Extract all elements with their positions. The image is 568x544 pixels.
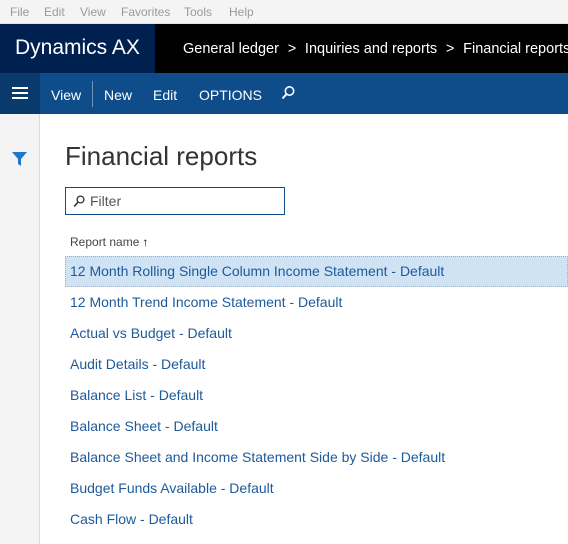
left-rail <box>0 114 40 544</box>
search-icon[interactable] <box>280 85 296 101</box>
app-brand[interactable]: Dynamics AX <box>0 24 155 73</box>
page-title: Financial reports <box>65 141 258 171</box>
browser-menu-bar: File Edit View Favorites Tools Help <box>0 0 568 24</box>
table-row[interactable]: Cash Flow - Default <box>65 504 568 535</box>
breadcrumb-general-ledger[interactable]: General ledger <box>183 41 279 57</box>
breadcrumb-financial-reports[interactable]: Financial reports <box>463 41 568 57</box>
table-row[interactable]: Budget Funds Available - Default <box>65 473 568 504</box>
navigation-bar: Dynamics AX General ledger > Inquiries and… <box>0 24 568 73</box>
menu-file[interactable]: File <box>10 5 29 19</box>
table-row[interactable]: Balance List - Default <box>65 380 568 411</box>
filter-icon[interactable] <box>12 152 27 166</box>
table-row[interactable]: 12 Month Trend Income Statement - Defaul… <box>65 287 568 318</box>
menu-favorites[interactable]: Favorites <box>121 5 170 19</box>
hamburger-icon[interactable] <box>0 73 40 114</box>
column-header-report-name[interactable]: Report name ↑ <box>70 235 148 249</box>
sort-ascending-icon: ↑ <box>142 235 149 249</box>
menu-view[interactable]: View <box>80 5 106 19</box>
search-icon <box>73 195 85 208</box>
breadcrumb-inquiries-and-reports[interactable]: Inquiries and reports <box>305 41 437 57</box>
table-row[interactable]: Audit Details - Default <box>65 349 568 380</box>
table-row[interactable]: Actual vs Budget - Default <box>65 318 568 349</box>
table-row[interactable]: Balance Sheet and Income Statement Side … <box>65 442 568 473</box>
breadcrumb-separator: > <box>445 41 455 57</box>
filter-input[interactable] <box>90 191 280 211</box>
app-title: Dynamics AX <box>15 36 140 59</box>
menu-help[interactable]: Help <box>229 5 254 19</box>
action-divider <box>92 81 93 107</box>
filter-field[interactable] <box>65 187 285 215</box>
breadcrumb-separator: > <box>287 41 297 57</box>
breadcrumb: General ledger > Inquiries and reports > Fin… <box>183 41 568 57</box>
table-row[interactable]: Balance Sheet - Default <box>65 411 568 442</box>
view-button[interactable]: View <box>51 87 81 103</box>
edit-button[interactable]: Edit <box>153 87 177 103</box>
new-button[interactable]: New <box>104 87 132 103</box>
action-pane: View New Edit OPTIONS <box>0 73 568 114</box>
column-header-label: Report name <box>70 235 140 249</box>
menu-edit[interactable]: Edit <box>44 5 65 19</box>
menu-tools[interactable]: Tools <box>184 5 212 19</box>
options-button[interactable]: OPTIONS <box>199 87 262 103</box>
report-list: 12 Month Rolling Single Column Income St… <box>65 256 568 535</box>
table-row[interactable]: 12 Month Rolling Single Column Income St… <box>65 256 568 287</box>
